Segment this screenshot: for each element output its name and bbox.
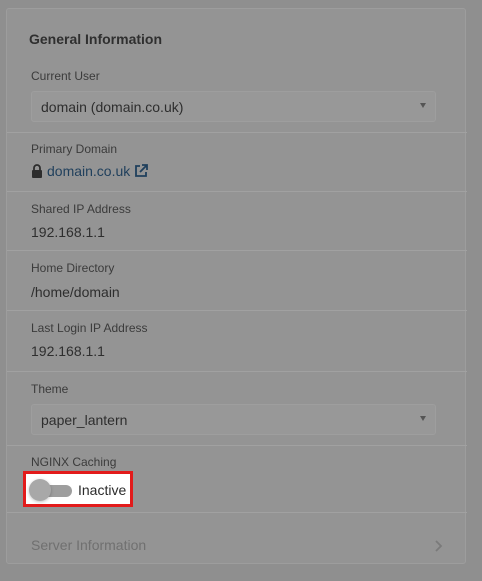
- divider: [7, 310, 467, 311]
- chevron-right-icon[interactable]: [435, 540, 443, 552]
- lock-icon: [32, 164, 42, 178]
- theme-select[interactable]: paper_lantern: [31, 404, 436, 435]
- theme-label: Theme: [31, 382, 69, 396]
- home-directory-value: /home/domain: [31, 284, 120, 300]
- server-information-link[interactable]: Server Information: [31, 537, 146, 553]
- nginx-caching-state: Inactive: [78, 482, 127, 498]
- home-directory-label: Home Directory: [31, 261, 115, 275]
- primary-domain-value: domain.co.uk: [47, 163, 131, 179]
- divider: [7, 445, 467, 446]
- panel-title: General Information: [29, 31, 163, 47]
- divider: [7, 191, 467, 192]
- theme-value: paper_lantern: [41, 412, 128, 428]
- caret-down-icon: [420, 103, 426, 108]
- current-user-select[interactable]: domain (domain.co.uk): [31, 91, 436, 122]
- primary-domain-link[interactable]: domain.co.uk: [31, 163, 149, 179]
- divider: [7, 371, 467, 372]
- primary-domain-label: Primary Domain: [31, 142, 118, 156]
- shared-ip-label: Shared IP Address: [31, 202, 131, 216]
- shared-ip-value: 192.168.1.1: [31, 224, 105, 240]
- last-login-ip-label: Last Login IP Address: [31, 321, 148, 335]
- current-user-value: domain (domain.co.uk): [41, 99, 184, 115]
- divider: [7, 132, 467, 133]
- nginx-caching-toggle-highlight: Inactive: [23, 471, 133, 507]
- caret-down-icon: [420, 416, 426, 421]
- divider: [7, 512, 467, 513]
- last-login-ip-value: 192.168.1.1: [31, 343, 105, 359]
- divider: [7, 250, 467, 251]
- external-link-icon: [135, 164, 149, 177]
- nginx-caching-label: NGINX Caching: [31, 455, 117, 469]
- current-user-label: Current User: [31, 69, 100, 83]
- toggle-knob[interactable]: [29, 479, 51, 501]
